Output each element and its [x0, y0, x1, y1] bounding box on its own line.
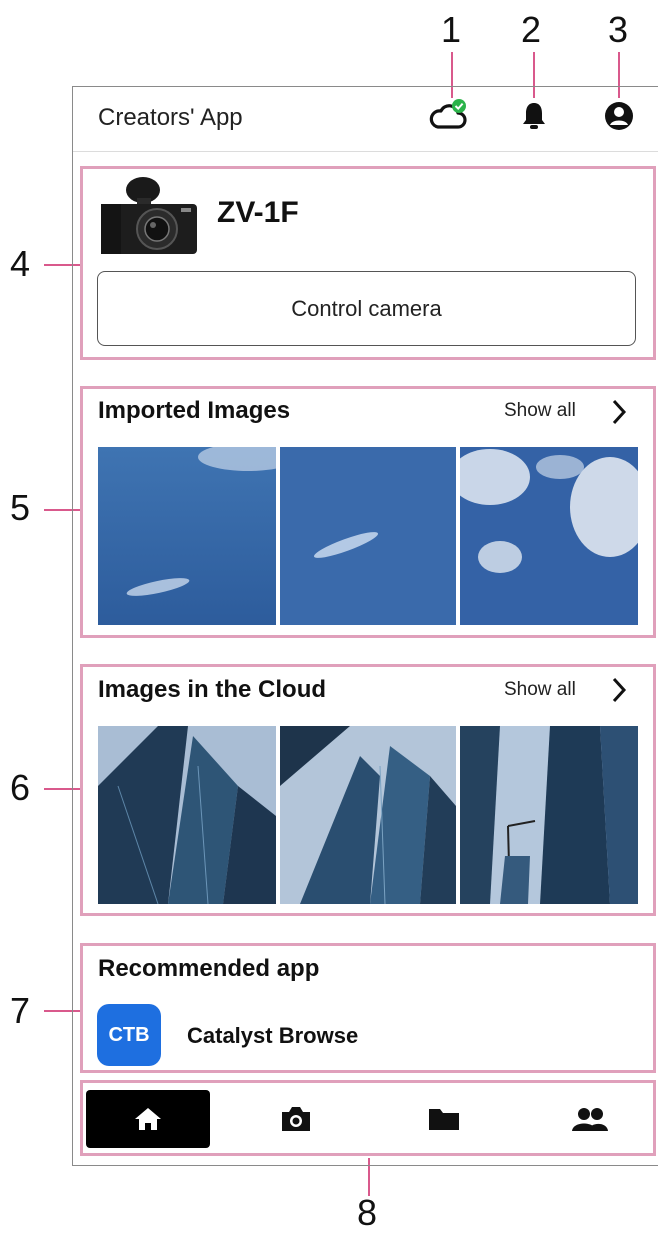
callout-2: 2: [521, 9, 542, 50]
app-title: Creators' App: [98, 104, 243, 131]
sky-image[interactable]: [98, 447, 276, 625]
catalyst-browse-app-name[interactable]: Catalyst Browse: [187, 1023, 358, 1049]
nav-camera[interactable]: [236, 1090, 356, 1148]
imported-images-title: Imported Images: [98, 397, 291, 424]
camera-icon: [282, 1107, 310, 1131]
home-icon: [135, 1108, 161, 1130]
building-image[interactable]: [280, 726, 456, 904]
recommended-app-title: Recommended app: [98, 955, 320, 982]
cloud-sync-icon[interactable]: [428, 97, 472, 133]
app-icon-text: CTB: [108, 1023, 150, 1046]
people-icon: [572, 1108, 608, 1131]
building-image[interactable]: [460, 726, 638, 904]
camera-model-name: ZV-1F: [217, 196, 299, 229]
nav-people[interactable]: [530, 1090, 650, 1148]
callout-4: 4: [10, 243, 31, 284]
callout-5: 5: [10, 487, 31, 528]
cloud-images-title: Images in the Cloud: [98, 676, 327, 703]
building-image[interactable]: [98, 726, 276, 904]
header-divider: [73, 151, 658, 152]
cloud-show-all-link[interactable]: Show all: [504, 679, 576, 701]
callout-1: 1: [441, 9, 462, 50]
callout-6: 6: [10, 767, 31, 808]
sky-image[interactable]: [280, 447, 456, 625]
nav-home[interactable]: [86, 1090, 210, 1148]
callout-3: 3: [608, 9, 629, 50]
imported-show-all-link[interactable]: Show all: [504, 400, 576, 422]
folder-icon: [429, 1109, 459, 1130]
sky-image[interactable]: [460, 447, 638, 625]
nav-folder[interactable]: [384, 1090, 504, 1148]
camera-thumbnail: [97, 172, 199, 256]
account-icon[interactable]: [602, 100, 636, 132]
chevron-right-icon[interactable]: [610, 398, 628, 431]
chevron-right-icon[interactable]: [610, 676, 628, 709]
catalyst-browse-app-icon[interactable]: CTB: [97, 1004, 161, 1066]
callout-8: 8: [357, 1192, 378, 1233]
bell-icon[interactable]: [519, 100, 549, 132]
control-camera-button[interactable]: Control camera: [97, 271, 636, 346]
callout-7: 7: [10, 990, 31, 1031]
